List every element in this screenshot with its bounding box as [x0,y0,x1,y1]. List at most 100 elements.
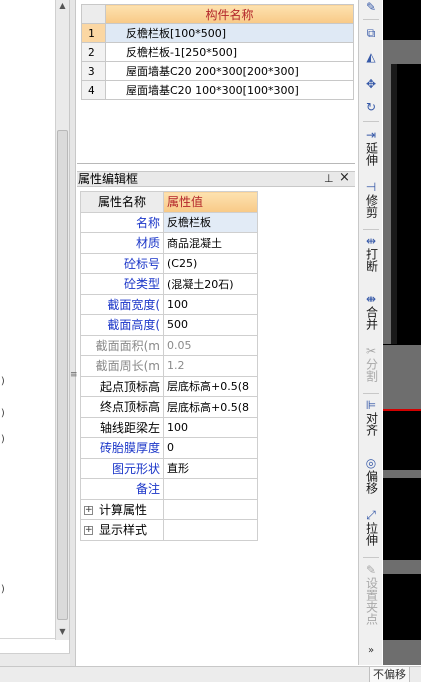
set-grip-button[interactable]: ✎ 设置夹点 [359,563,383,625]
property-group-row[interactable]: + 计算属性 [80,498,258,520]
copy-icon: ⧉ [366,26,376,40]
split-button[interactable]: ✂ 分割 [359,344,383,382]
pencil-tool-button[interactable]: ✎ [359,0,383,14]
component-name[interactable]: 反檐栏板-1[250*500] [105,42,354,62]
canvas-wall-shape [383,345,421,409]
drawing-canvas[interactable] [383,0,421,665]
property-name: 砖胎膜厚度 [80,437,164,459]
property-value[interactable]: 100 [163,293,258,315]
property-row[interactable]: 砼类型 (混凝土20石) [80,273,258,295]
close-icon[interactable]: × [339,171,350,185]
row-number[interactable]: 3 [81,61,106,81]
property-group-value [163,519,258,541]
property-row[interactable]: 轴线距梁左 100 [80,416,258,438]
property-row[interactable]: 名称 反檐栏板 [80,211,258,233]
edit-toolbar: ✎ ⧉ ◭ ✥ ↻ ⇥ 延伸 ⊣ 修剪 ⇹ 打断 ⇼ 合并 ✂ 分割 ⊫ 对齐 … [358,0,382,665]
rotate-button[interactable]: ↻ [359,100,383,114]
tree-panel[interactable]: ) ) ) ) ▲ ▼ [0,0,70,666]
property-value[interactable]: (C25) [163,252,258,274]
property-group-value [163,498,258,520]
property-row[interactable]: 终点顶标高 层底标高+0.5(8 [80,396,258,418]
property-value[interactable]: 层底标高+0.5(8 [163,375,258,397]
pin-icon[interactable]: ⊥ [324,172,334,186]
move-button[interactable]: ✥ [359,77,383,91]
property-value[interactable]: 层底标高+0.5(8 [163,396,258,418]
extend-icon: ⇥ [365,128,377,142]
offset-icon: ◎ [365,456,377,470]
component-name[interactable]: 反檐栏板[100*500] [105,23,354,43]
property-row[interactable]: 截面宽度( 100 [80,293,258,315]
property-value[interactable]: 0.05 [163,334,258,356]
property-name: 砼标号 [80,252,164,274]
panel-splitter[interactable]: ≡ [70,0,78,666]
property-row[interactable]: 砖胎膜厚度 0 [80,437,258,459]
property-value[interactable] [163,478,258,500]
tree-horizontal-scrollbar[interactable] [0,653,70,666]
property-group[interactable]: + 显示样式 [80,519,164,541]
offset-button[interactable]: ◎ 偏移 [359,456,383,494]
property-name: 名称 [80,211,164,233]
property-editor-titlebar[interactable]: 属性编辑框 ⊥ × [77,171,355,187]
copy-button[interactable]: ⧉ [359,26,383,40]
merge-button[interactable]: ⇼ 合并 [359,292,383,330]
property-row[interactable]: 起点顶标高 层底标高+0.5(8 [80,375,258,397]
property-name: 截面高度( [80,314,164,336]
row-number[interactable]: 1 [81,23,106,43]
property-value[interactable]: 500 [163,314,258,336]
property-value[interactable]: 商品混凝土 [163,232,258,254]
extend-button[interactable]: ⇥ 延伸 [359,128,383,166]
expand-icon[interactable]: + [84,505,93,515]
status-bar: 不偏移 [0,666,421,682]
break-button[interactable]: ⇹ 打断 [359,234,383,272]
property-row[interactable]: 截面周长(m 1.2 [80,355,258,377]
trim-button[interactable]: ⊣ 修剪 [359,180,383,218]
property-value[interactable]: (混凝土20石) [163,273,258,295]
component-row[interactable]: 1 反檐栏板[100*500] [81,23,354,43]
property-value[interactable]: 直形 [163,457,258,479]
property-value[interactable]: 100 [163,416,258,438]
property-group-label: 显示样式 [99,523,148,538]
expand-icon[interactable]: + [84,526,93,536]
property-editor-panel: 属性编辑框 ⊥ × 属性名称 属性值 名称 反檐栏板 材质 商品混凝土 砼标号 … [77,171,355,666]
property-row[interactable]: 材质 商品混凝土 [80,232,258,254]
row-number[interactable]: 4 [81,80,106,100]
property-row[interactable]: 图元形状 直形 [80,457,258,479]
component-name[interactable]: 屋面墙基C20 100*300[100*300] [105,80,354,100]
offset-mode-indicator[interactable]: 不偏移 [369,667,410,682]
align-icon: ⊫ [365,398,377,412]
property-group[interactable]: + 计算属性 [80,498,164,520]
tree-item-fragment[interactable]: ) [0,408,6,419]
splitter-grip-icon[interactable]: ≡ [70,371,78,380]
align-button[interactable]: ⊫ 对齐 [359,398,383,436]
tree-item-fragment[interactable]: ) [0,376,6,387]
component-row[interactable]: 3 屋面墙基C20 200*300[200*300] [81,61,354,81]
scroll-thumb[interactable] [57,130,68,620]
mirror-button[interactable]: ◭ [359,50,383,64]
component-name[interactable]: 屋面墙基C20 200*300[200*300] [105,61,354,81]
component-name-header[interactable]: 构件名称 [105,4,354,24]
tree-vertical-scrollbar[interactable]: ▲ ▼ [55,0,69,640]
property-value[interactable]: 0 [163,437,258,459]
property-row[interactable]: 砼标号 (C25) [80,252,258,274]
component-row[interactable]: 4 屋面墙基C20 100*300[100*300] [81,80,354,100]
offset-label: 偏移 [364,470,379,494]
property-row[interactable]: 截面面积(m 0.05 [80,334,258,356]
property-row[interactable]: 备注 [80,478,258,500]
scroll-down-icon[interactable]: ▼ [56,626,69,638]
component-row[interactable]: 2 反檐栏板-1[250*500] [81,42,354,62]
property-group-row[interactable]: + 显示样式 [80,519,258,541]
canvas-red-line [383,409,421,411]
property-value[interactable]: 1.2 [163,355,258,377]
pencil-icon: ✎ [365,0,377,14]
break-label: 打断 [364,248,379,272]
tree-item-fragment[interactable]: ) [0,584,6,595]
row-number[interactable]: 2 [81,42,106,62]
property-row[interactable]: 截面高度( 500 [80,314,258,336]
property-value[interactable]: 反檐栏板 [163,211,258,233]
toolbar-more-icon[interactable]: » [359,645,383,656]
canvas-wall-shape [383,64,391,344]
stretch-button[interactable]: ⤢ 拉伸 [359,508,383,546]
property-editor-title: 属性编辑框 [78,172,139,186]
scroll-up-icon[interactable]: ▲ [56,0,69,12]
tree-item-fragment[interactable]: ) [0,434,6,445]
